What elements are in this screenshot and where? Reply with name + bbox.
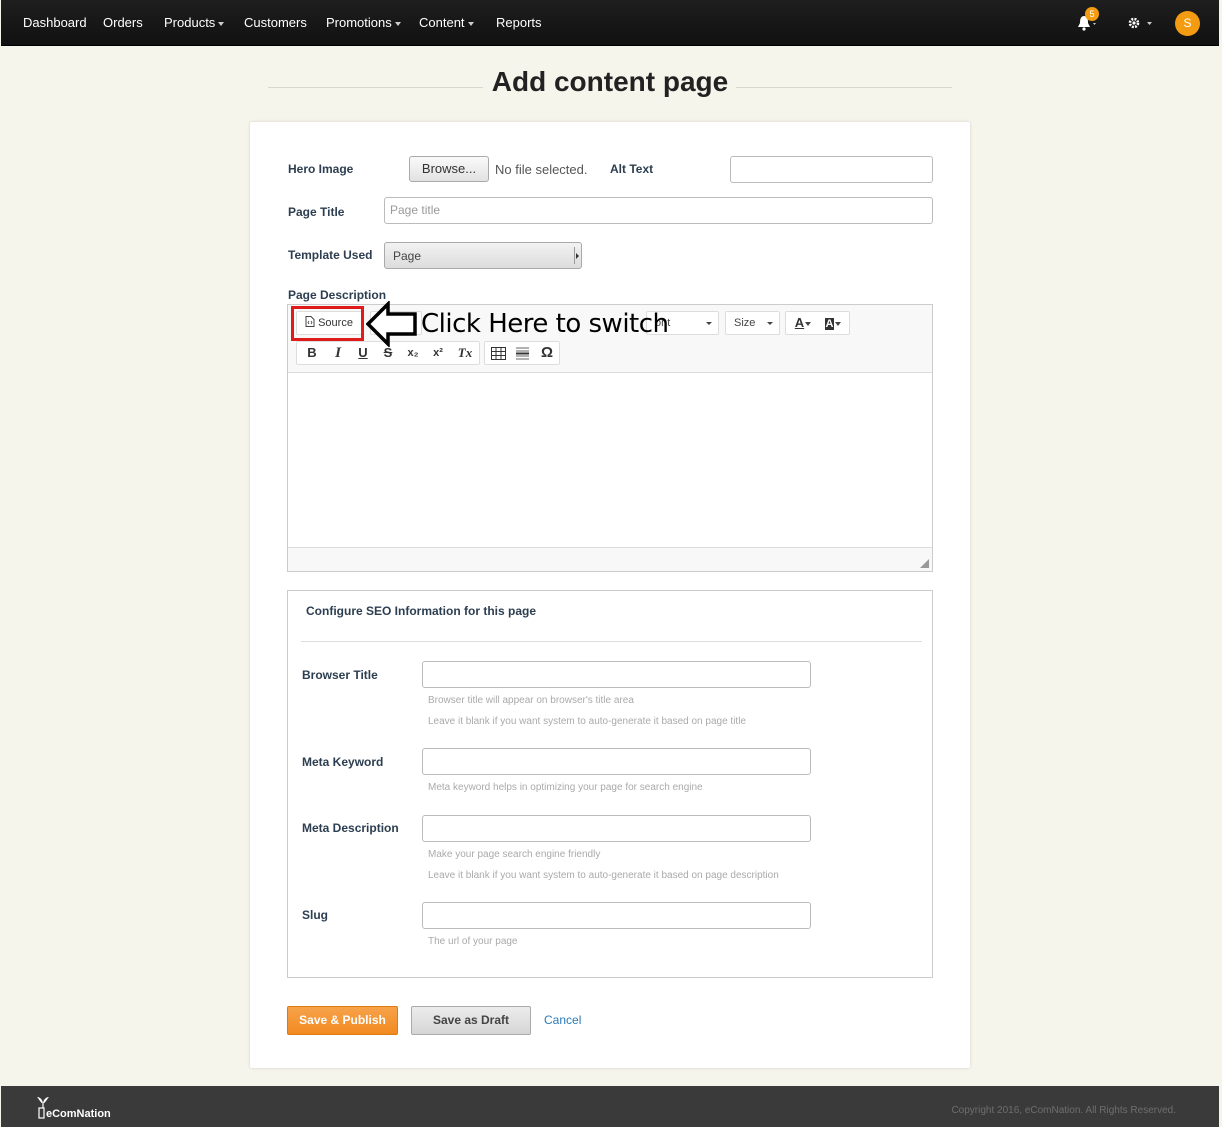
heading-divider-right: [736, 87, 952, 88]
slug-label: Slug: [302, 908, 328, 922]
alt-text-label: Alt Text: [610, 162, 654, 176]
nav-promotions-label: Promotions: [326, 15, 392, 30]
chevron-down-icon: [394, 21, 401, 26]
seo-title: Configure SEO Information for this page: [306, 604, 537, 618]
chevron-down-icon: [805, 321, 812, 326]
size-select[interactable]: Size: [725, 311, 780, 335]
resize-handle[interactable]: [920, 559, 929, 568]
page-title-label: Page Title: [288, 205, 345, 219]
select-arrow-icon: [574, 247, 579, 264]
copyright-text: Copyright 2016, eComNation. All Rights R…: [951, 1105, 1176, 1116]
background-color-button[interactable]: A: [820, 312, 846, 334]
nav-dashboard[interactable]: Dashboard: [23, 15, 87, 30]
meta-keyword-input[interactable]: [422, 748, 811, 775]
editor-footer: [288, 547, 932, 571]
table-icon[interactable]: [491, 347, 506, 360]
nav-content[interactable]: Content: [419, 15, 474, 30]
gear-icon[interactable]: [1127, 15, 1157, 31]
meta-description-input[interactable]: [422, 815, 811, 842]
hero-image-label: Hero Image: [288, 162, 354, 176]
meta-description-help: Make your page search engine friendly: [428, 849, 601, 860]
annotation-text: Click Here to switch: [421, 309, 669, 339]
page-title-input[interactable]: Page title: [384, 197, 933, 224]
save-draft-button[interactable]: Save as Draft: [411, 1006, 531, 1035]
bold-button[interactable]: B: [303, 342, 321, 364]
special-character-button[interactable]: Ω: [537, 342, 557, 364]
meta-description-label: Meta Description: [302, 821, 399, 835]
seo-divider: [301, 641, 922, 642]
browse-button[interactable]: Browse...: [409, 156, 489, 182]
size-select-label: Size: [734, 317, 756, 329]
insert-group: Ω: [484, 341, 560, 365]
background-color-label: A: [824, 318, 835, 330]
template-used-label: Template Used: [288, 248, 373, 262]
left-arrow-icon: [366, 301, 417, 347]
top-nav-bar: Dashboard Orders Products Customers Prom…: [1, 0, 1219, 46]
superscript-button[interactable]: x²: [428, 342, 448, 364]
nav-content-label: Content: [419, 15, 465, 30]
page-title: Add content page: [491, 66, 729, 97]
nav-reports[interactable]: Reports: [496, 15, 542, 30]
browser-title-input[interactable]: [422, 661, 811, 688]
slug-input[interactable]: [422, 902, 811, 929]
page-description-label: Page Description: [288, 288, 387, 302]
chevron-down-icon: [835, 321, 842, 326]
footer-brand: eComNation: [46, 1108, 111, 1120]
nav-orders[interactable]: Orders: [103, 15, 143, 30]
color-group: A A: [785, 311, 850, 335]
meta-keyword-label: Meta Keyword: [302, 755, 384, 769]
italic-button[interactable]: I: [329, 342, 347, 364]
template-select[interactable]: Page: [384, 242, 582, 269]
remove-format-button[interactable]: Tx: [455, 342, 475, 364]
meta-keyword-help: Meta keyword helps in optimizing your pa…: [428, 782, 703, 793]
save-publish-button[interactable]: Save & Publish: [287, 1006, 398, 1035]
chevron-down-icon: [767, 322, 773, 325]
text-color-label: A: [794, 315, 805, 330]
heading-divider-left: [268, 87, 483, 88]
nav-promotions[interactable]: Promotions: [326, 15, 401, 30]
chevron-down-icon: [218, 21, 225, 26]
template-select-value: Page: [393, 249, 422, 263]
chevron-down-icon: [467, 21, 474, 26]
alt-text-input[interactable]: [730, 156, 933, 183]
nav-customers[interactable]: Customers: [244, 15, 307, 30]
nav-products[interactable]: Products: [164, 15, 225, 30]
editor-content-area[interactable]: [288, 374, 932, 546]
avatar[interactable]: S: [1175, 11, 1200, 36]
browser-title-help-secondary: Leave it blank if you want system to aut…: [428, 716, 746, 727]
browser-title-help: Browser title will appear on browser's t…: [428, 695, 634, 706]
text-color-button[interactable]: A: [790, 312, 816, 334]
no-file-text: No file selected.: [495, 162, 588, 177]
nav-products-label: Products: [164, 15, 216, 30]
notification-badge: 5: [1085, 7, 1099, 21]
chevron-down-icon: [706, 322, 712, 325]
browser-title-label: Browser Title: [302, 668, 378, 682]
cancel-link[interactable]: Cancel: [544, 1013, 581, 1027]
slug-help: The url of your page: [428, 936, 518, 947]
source-highlight-box: [291, 306, 364, 341]
meta-description-help-secondary: Leave it blank if you want system to aut…: [428, 870, 779, 881]
horizontal-line-icon[interactable]: [515, 346, 530, 361]
